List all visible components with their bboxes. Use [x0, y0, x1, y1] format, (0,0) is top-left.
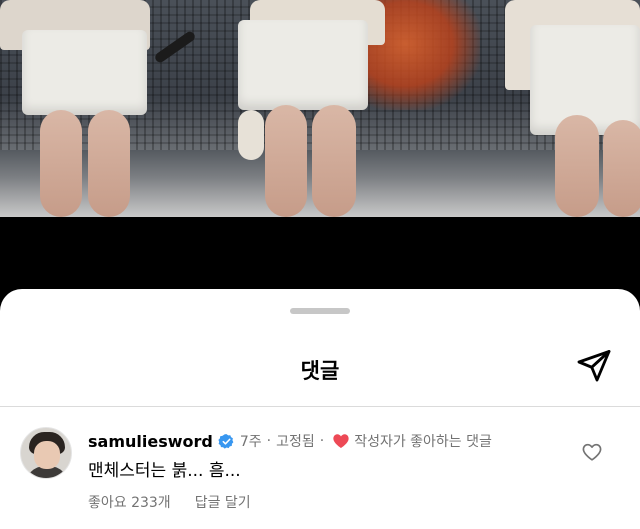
- meta-separator: ·: [266, 433, 272, 449]
- comment-age: 7주: [239, 434, 262, 450]
- heart-filled-icon: [332, 432, 350, 450]
- comment-text: 맨체스터는 붉... 흠...: [88, 461, 241, 481]
- paper-plane-icon: [576, 347, 612, 387]
- verified-badge-icon: [218, 433, 235, 450]
- comment-meta: samuliesword 7주 · 고정됨 · 작성자가 좋아하는 댓글: [88, 430, 492, 452]
- comment-username[interactable]: samuliesword: [88, 432, 213, 451]
- share-button[interactable]: [574, 347, 614, 387]
- pinned-label: 고정됨: [276, 434, 315, 450]
- sheet-title: 댓글: [300, 359, 340, 383]
- performer-center: [230, 0, 390, 217]
- sheet-drag-handle[interactable]: [290, 308, 350, 314]
- comments-sheet: 댓글 samuliesword 7주 · 고정됨 · 작성자가 좋아하는 댓글 …: [0, 289, 640, 529]
- avatar[interactable]: [20, 427, 72, 479]
- reply-button[interactable]: 답글 달기: [195, 492, 251, 512]
- like-button[interactable]: [579, 441, 605, 467]
- comment-item: samuliesword 7주 · 고정됨 · 작성자가 좋아하는 댓글 맨체스…: [0, 407, 640, 529]
- performer-left: [0, 0, 170, 217]
- heart-outline-icon: [581, 441, 603, 467]
- likes-count-button[interactable]: 좋아요 233개: [88, 492, 171, 512]
- video-frame[interactable]: [0, 0, 640, 217]
- performer-right: [505, 0, 640, 217]
- comment-actions: 좋아요 233개 답글 달기: [88, 492, 251, 512]
- meta-separator-2: ·: [319, 433, 325, 449]
- video-letterbox: [0, 217, 640, 297]
- liked-by-creator-label: 작성자가 좋아하는 댓글: [354, 434, 492, 450]
